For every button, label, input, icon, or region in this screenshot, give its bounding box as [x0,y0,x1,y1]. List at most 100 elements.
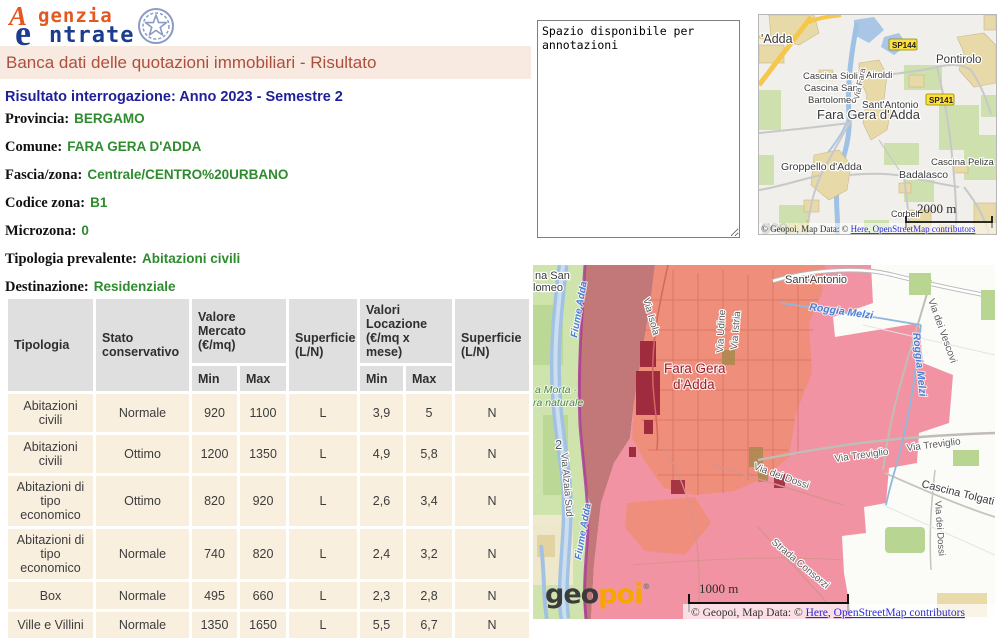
cell-tipologia: Abitazioni di tipo economico [8,476,93,526]
cell-vm-max: 1100 [240,394,286,432]
label-riserva-partial: ra naturale [533,397,583,409]
label-badalasco: Badalasco [899,169,948,181]
cell-vl-max: 6,7 [406,612,452,638]
quotations-table: Tipologia Stato conservativo Valore Merc… [5,296,532,641]
page-title-banner: Banca dati delle quotazioni immobiliari … [0,46,531,79]
table-row: Abitazioni civili Ottimo 1200 1350 L 4,9… [8,435,529,473]
field-value: 0 [76,223,89,238]
map-attribution: © Geopoi, Map Data: © Here, OpenStreetMa… [761,224,976,234]
svg-text:e: e [15,13,31,49]
cell-vl-min: 5,5 [360,612,403,638]
cell-vm-min: 820 [192,476,237,526]
field-value: Abitazioni civili [137,251,240,266]
map-attribution: © Geopoi, Map Data: © Here, OpenStreetMa… [691,607,965,619]
cell-vm-max: 920 [240,476,286,526]
cell-superficie-1: L [289,612,357,638]
label-number-2: 2 [555,437,562,452]
annotations-textarea[interactable]: Spazio disponibile per annotazioni [537,20,740,238]
scale-label: 2000 m [917,201,956,216]
agenzia-entrate-logo: A e genzia ntrate [8,3,188,49]
cell-superficie-1: L [289,435,357,473]
cell-vm-min: 1350 [192,612,237,638]
label-cascina-san-partial: na San [535,270,570,282]
field-value: Residenziale [89,279,176,294]
cell-vm-max: 1650 [240,612,286,638]
cell-superficie-1: L [289,529,357,579]
col-header-tipologia: Tipologia [8,299,93,391]
cell-vm-min: 920 [192,394,237,432]
cell-superficie-2: N [455,435,529,473]
col-header-max-locazione: Max [406,366,452,391]
geopoi-logo: geopoi® [545,579,649,610]
result-details: Provincia:BERGAMO Comune:FARA GERA D'ADD… [5,110,525,306]
label-cascina-san-partial: lomeo [533,282,563,294]
field-value: Centrale/CENTRO%20URBANO [82,167,288,182]
field-value: BERGAMO [69,111,145,126]
cell-vl-max: 2,8 [406,582,452,609]
label-airoldi: Airoldi [866,70,892,81]
label-via-udine: Via Udine [715,309,728,353]
cell-vm-max: 820 [240,529,286,579]
zone-map[interactable]: na San lomeo Sant'Antonio Fiume Adda Fiu… [533,265,995,619]
table-row: Box Normale 495 660 L 2,3 2,8 N [8,582,529,609]
cell-superficie-2: N [455,582,529,609]
field-destinazione: Destinazione:Residenziale [5,278,525,297]
field-label: Microzona: [5,223,76,239]
cell-stato: Ottimo [96,435,189,473]
cell-vm-max: 1350 [240,435,286,473]
col-header-max-mercato: Max [240,366,286,391]
cell-superficie-2: N [455,529,529,579]
label-fara-gera: Fara Gera d'Adda [817,107,921,122]
cell-vl-min: 3,9 [360,394,403,432]
field-value: B1 [85,195,107,210]
label-sant-antonio: Sant'Antonio [785,274,847,286]
cell-vl-max: 5,8 [406,435,452,473]
field-value: FARA GERA D'ADDA [62,139,201,154]
label-groppello: Groppello d'Adda [781,161,862,173]
overview-map[interactable]: SP144 SP141 'Adda Pontirolo Cascina Siol… [758,14,997,235]
italian-republic-emblem-icon [134,4,178,48]
attribution-link-here[interactable]: Here [806,607,828,619]
cell-tipologia: Abitazioni civili [8,394,93,432]
col-header-valore-mercato: Valore Mercato (€/mq) [192,299,286,363]
result-heading: Risultato interrogazione: Anno 2023 - Se… [5,89,343,105]
attribution-link-osm[interactable]: OpenStreetMap contributors [834,607,966,619]
attribution-links[interactable]: Here, OpenStreetMap contributors [851,224,976,234]
cell-stato: Ottimo [96,476,189,526]
cell-superficie-1: L [289,476,357,526]
field-label: Comune: [5,139,62,155]
field-codice-zona: Codice zona:B1 [5,194,525,213]
cell-superficie-2: N [455,394,529,432]
scale-label: 1000 m [699,581,738,596]
table-row: Ville e Villini Normale 1350 1650 L 5,5 … [8,612,529,638]
cell-tipologia: Ville e Villini [8,612,93,638]
cell-stato: Normale [96,582,189,609]
cell-superficie-2: N [455,476,529,526]
cell-vl-max: 3,4 [406,476,452,526]
cell-vm-min: 1200 [192,435,237,473]
cell-stato: Normale [96,612,189,638]
table-row: Abitazioni di tipo economico Normale 740… [8,529,529,579]
cell-vm-max: 660 [240,582,286,609]
cell-tipologia: Abitazioni civili [8,435,93,473]
label-bartolomeo: Bartolomeo [808,95,857,106]
label-fara-gera-line1: Fara Gera [664,361,726,376]
cell-vl-max: 3,2 [406,529,452,579]
field-tipologia-prevalente: Tipologia prevalente:Abitazioni civili [5,250,525,269]
col-header-min-locazione: Min [360,366,403,391]
cell-vl-min: 4,9 [360,435,403,473]
table-row: Abitazioni di tipo economico Ottimo 820 … [8,476,529,526]
field-fascia-zona: Fascia/zona:Centrale/CENTRO%20URBANO [5,166,525,185]
field-provincia: Provincia:BERGAMO [5,110,525,129]
cell-vm-min: 495 [192,582,237,609]
col-header-min-mercato: Min [192,366,237,391]
field-label: Destinazione: [5,279,89,295]
cell-superficie-2: N [455,612,529,638]
label-cascina-sioli: Cascina Sioli [803,71,858,82]
col-header-superficie-1: Superficie (L/N) [289,299,357,391]
cell-stato: Normale [96,394,189,432]
logo-text-entrate: ntrate [49,23,134,48]
label-pontirolo: Pontirolo [936,54,981,66]
cell-superficie-1: L [289,394,357,432]
col-header-valori-locazione: Valori Locazione (€/mq x mese) [360,299,452,363]
